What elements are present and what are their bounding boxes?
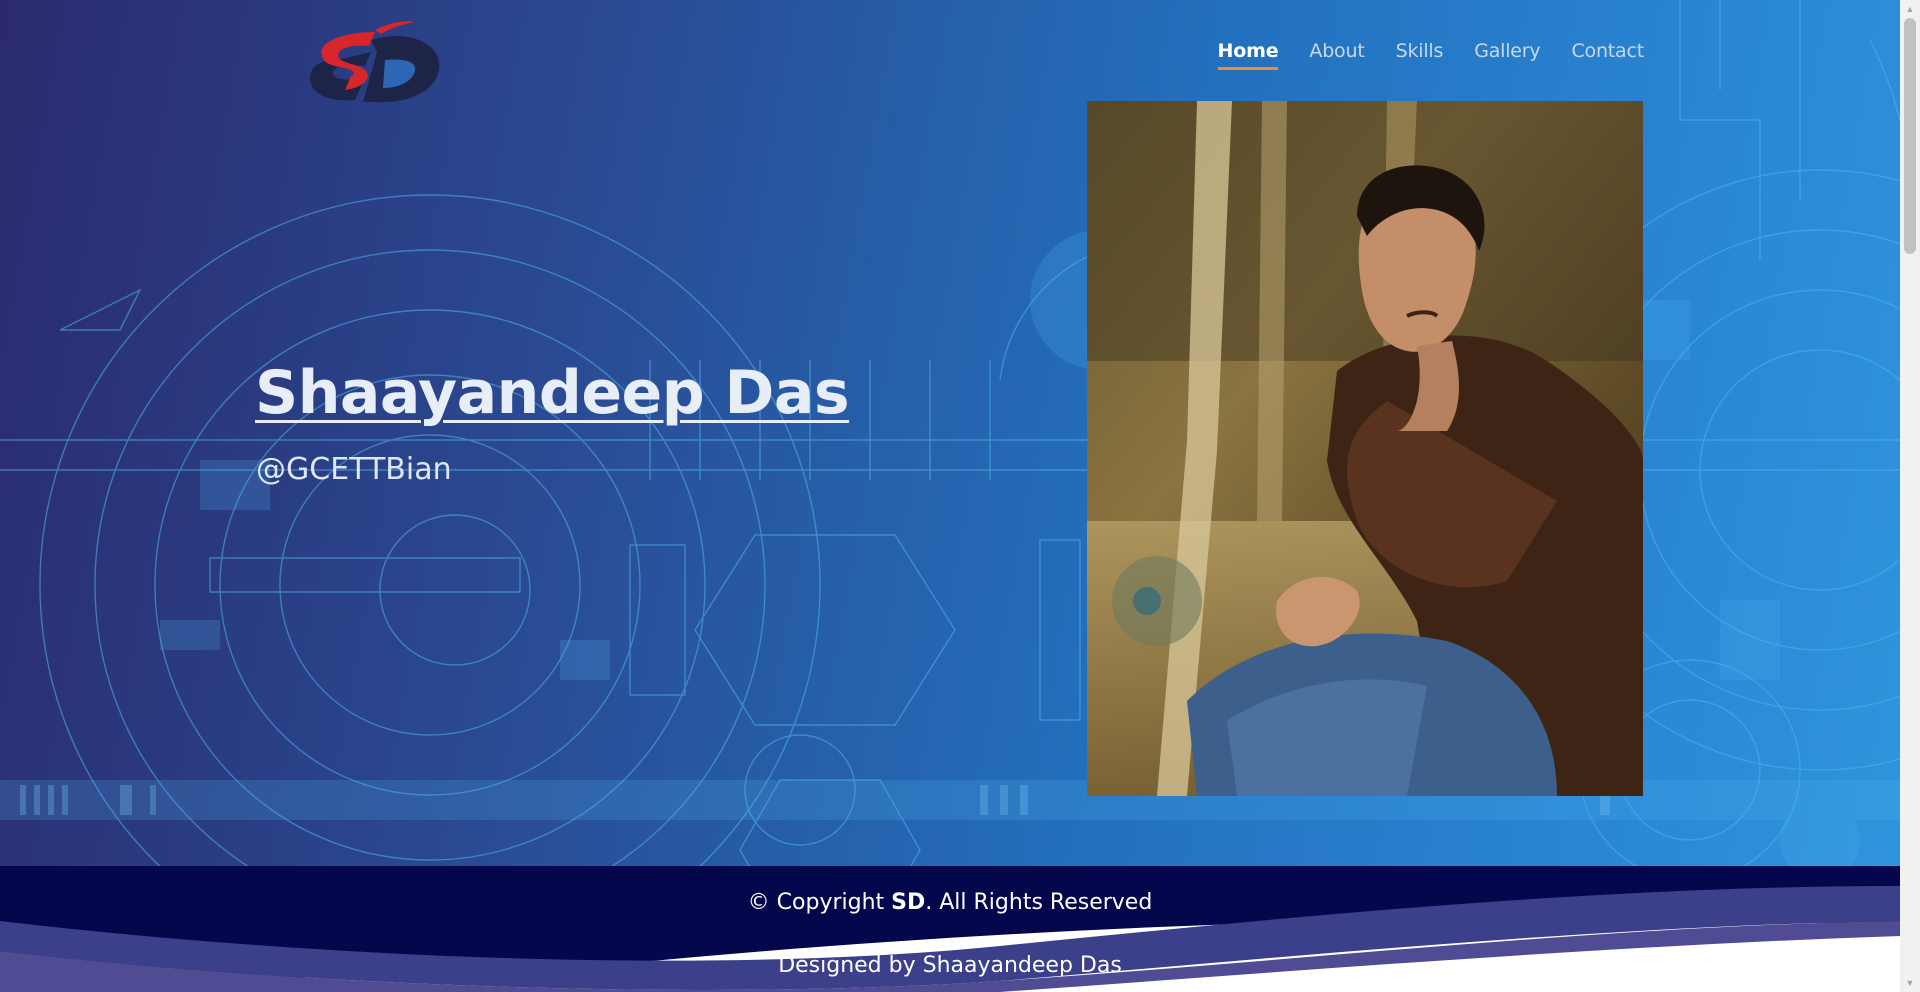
copyright-prefix: © Copyright bbox=[747, 890, 892, 915]
designed-by-text: Designed by Shaayandeep Das bbox=[778, 953, 1122, 978]
portrait-photo-icon bbox=[1087, 101, 1643, 796]
nav-about-link[interactable]: About bbox=[1309, 40, 1364, 70]
copyright-text: © Copyright SD. All Rights Reserved bbox=[0, 890, 1900, 915]
site-logo[interactable]: SD bbox=[305, 14, 441, 106]
main-navigation: Home About Skills Gallery Contact bbox=[1217, 40, 1644, 70]
nav-skills-link[interactable]: Skills bbox=[1396, 40, 1444, 70]
profile-photo bbox=[1087, 101, 1643, 796]
copyright-suffix: . All Rights Reserved bbox=[925, 890, 1153, 915]
scroll-up-arrow-icon[interactable]: ▲ bbox=[1900, 0, 1920, 18]
scroll-thumb[interactable] bbox=[1904, 18, 1916, 254]
logo-text: SD bbox=[305, 14, 307, 15]
scroll-down-arrow-icon[interactable]: ▼ bbox=[1900, 974, 1920, 992]
page-scrollbar[interactable]: ▲ ▼ bbox=[1900, 0, 1920, 992]
hero-section: SD Home About Skills Gallery Contact Sha… bbox=[0, 0, 1900, 866]
hero-handle: @GCETTBian bbox=[256, 452, 452, 487]
sd-logo-icon: SD bbox=[305, 14, 440, 103]
hero-name-heading[interactable]: Shaayandeep Das bbox=[255, 358, 850, 428]
nav-home-link[interactable]: Home bbox=[1217, 40, 1279, 70]
copyright-brand: SD bbox=[891, 890, 926, 915]
nav-gallery-link[interactable]: Gallery bbox=[1474, 40, 1540, 70]
nav-contact-link[interactable]: Contact bbox=[1571, 40, 1644, 70]
